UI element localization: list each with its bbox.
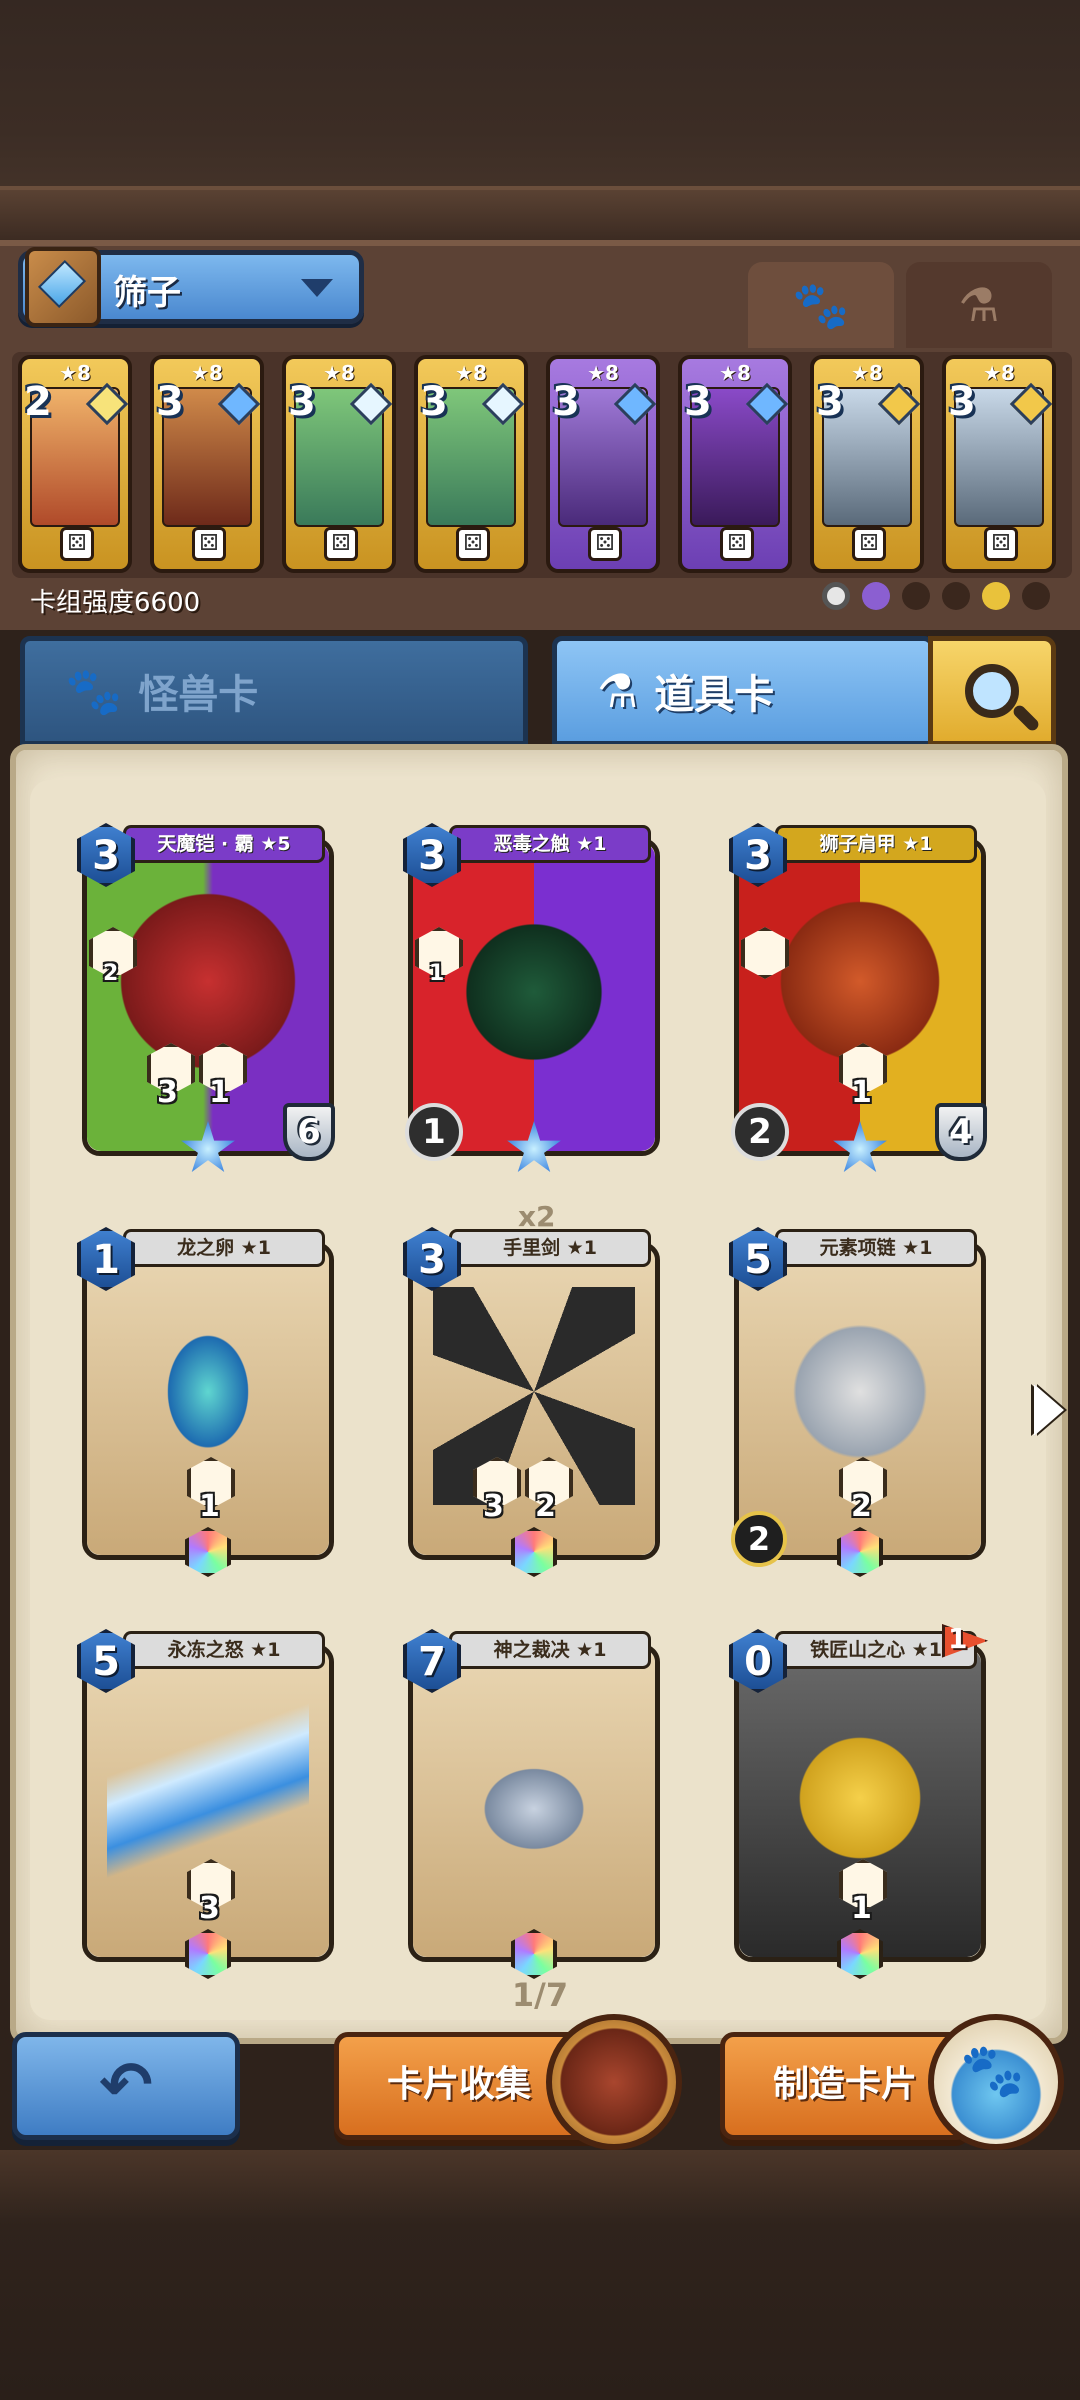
flag-count: 1 [948,1622,968,1655]
card-name: 龙之卵 ★1 [123,1229,325,1267]
dice-icon: ⚄ [852,527,886,561]
energy-icon: 2 [731,1511,787,1567]
deck-card[interactable]: ★8 3 ⚄ [282,355,396,573]
attack-icon: 2 [731,1103,789,1161]
paw-icon: 🐾 [792,277,850,332]
next-page-arrow[interactable] [1034,1384,1064,1436]
item-card[interactable]: 铁匠山之心 ★1 0 1 [729,1629,986,1979]
item-card[interactable]: 龙之卵 ★1 1 1 [77,1227,334,1577]
dice-icon: ⚄ [720,527,754,561]
effect-value: 1 [851,1075,872,1110]
card-frame [413,1247,655,1555]
effect-value: 2 [851,1489,872,1524]
deck-strength: 卡组强度6600 [30,588,201,618]
item-card[interactable]: 恶毒之触 ★1 3 1 1 [403,823,660,1172]
filter-fire-icon[interactable] [1022,582,1050,610]
card-name: 狮子肩甲 ★1 [775,825,977,863]
tab-monster-deck[interactable]: 🐾 [748,262,894,348]
item-card[interactable]: 手里剑 ★1 3 3 2 [403,1227,660,1577]
deck-book-icon [25,247,101,327]
card-cost: 3 [816,379,844,425]
card-cost: 3 [288,379,316,425]
item-card[interactable]: 元素项链 ★1 5 2 2 [729,1227,986,1577]
card-cost: 3 [948,379,976,425]
item-card[interactable]: 永冻之怒 ★1 5 3 [77,1629,334,1979]
copy-count: x2 [518,1200,556,1233]
effect-value: 2 [535,1489,556,1524]
tab-monster-label: 怪兽卡 [138,672,259,718]
filter-beast-icon[interactable] [902,582,930,610]
card-frame [413,843,655,1151]
dice-icon: ⚄ [588,527,622,561]
paw-potion-icon[interactable] [928,2014,1064,2150]
dice-icon: ⚄ [984,527,1018,561]
card-name: 永冻之怒 ★1 [123,1631,325,1669]
card-cost: 3 [684,379,712,425]
dice-icon: ⚄ [324,527,358,561]
item-card[interactable]: 天魔铠 · 霸 ★5 3 2 3 1 6 [77,823,335,1172]
deck-name: 筛子 [113,273,181,313]
card-art [433,1689,635,1907]
back-button[interactable]: ↶ [12,2032,240,2140]
search-icon [965,664,1019,718]
card-frame [413,1649,655,1957]
shield-icon: 6 [283,1103,335,1161]
card-name: 手里剑 ★1 [449,1229,651,1267]
bottom-background [0,2150,1080,2400]
deck-card[interactable]: ★8 3 ⚄ [678,355,792,573]
paw-icon: 🐾 [65,663,123,718]
filter-claw-icon[interactable] [942,582,970,610]
filter-icons [822,582,1050,610]
shield-icon: 4 [935,1103,987,1161]
deck-card[interactable]: ★8 3 ⚄ [546,355,660,573]
effect-value: 1 [209,1075,230,1110]
deck-selector[interactable]: 筛子 [18,247,364,327]
attack-icon: 1 [405,1103,463,1161]
effect-value: 3 [157,1075,178,1110]
attribute-value: 2 [103,961,119,986]
card-name: 天魔铠 · 霸 ★5 [123,825,325,863]
item-card[interactable]: 神之裁决 ★1 7 [403,1629,660,1979]
filter-purple-icon[interactable] [862,582,890,610]
filter-gold-icon[interactable] [982,582,1010,610]
search-button[interactable] [928,636,1056,746]
card-cost: 3 [156,379,184,425]
card-name: 元素项链 ★1 [775,1229,977,1267]
card-art [433,883,635,1101]
back-arrow-icon: ↶ [99,2049,153,2123]
card-cost: 3 [552,379,580,425]
card-name: 恶毒之触 ★1 [449,825,651,863]
deck-card[interactable]: ★8 3 ⚄ [810,355,924,573]
dice-icon: ⚄ [456,527,490,561]
deck-card[interactable]: ★8 3 ⚄ [942,355,1056,573]
card-book-icon[interactable] [546,2014,682,2150]
card-cost: 3 [420,379,448,425]
tab-potion-deck[interactable]: ⚗ [906,262,1052,348]
tab-item-label: 道具卡 [654,672,775,718]
tab-monster-cards[interactable]: 🐾 怪兽卡 [20,636,528,746]
attribute-value: 1 [429,961,445,986]
deck-card[interactable]: ★8 3 ⚄ [150,355,264,573]
dice-icon: ⚄ [60,527,94,561]
effect-value: 1 [199,1489,220,1524]
effect-value: 1 [851,1891,872,1926]
chevron-down-icon [301,279,333,297]
tab-item-cards[interactable]: ⚗ 道具卡 [552,636,934,746]
card-name: 神之裁决 ★1 [449,1631,651,1669]
deck-card[interactable]: ★8 3 ⚄ [414,355,528,573]
card-cost: 2 [24,379,52,425]
page-indicator: 1/7 [511,1976,569,2014]
dice-icon: ⚄ [192,527,226,561]
item-card[interactable]: 狮子肩甲 ★1 3 1 4 2 [729,823,987,1172]
filter-all-icon[interactable] [822,582,850,610]
effect-value: 3 [199,1891,220,1926]
deck-card[interactable]: ★8 2 ⚄ [18,355,132,573]
top-background [0,0,1080,240]
potion-icon: ⚗ [958,278,1000,332]
potion-icon: ⚗ [597,664,639,718]
effect-value: 3 [483,1489,504,1524]
